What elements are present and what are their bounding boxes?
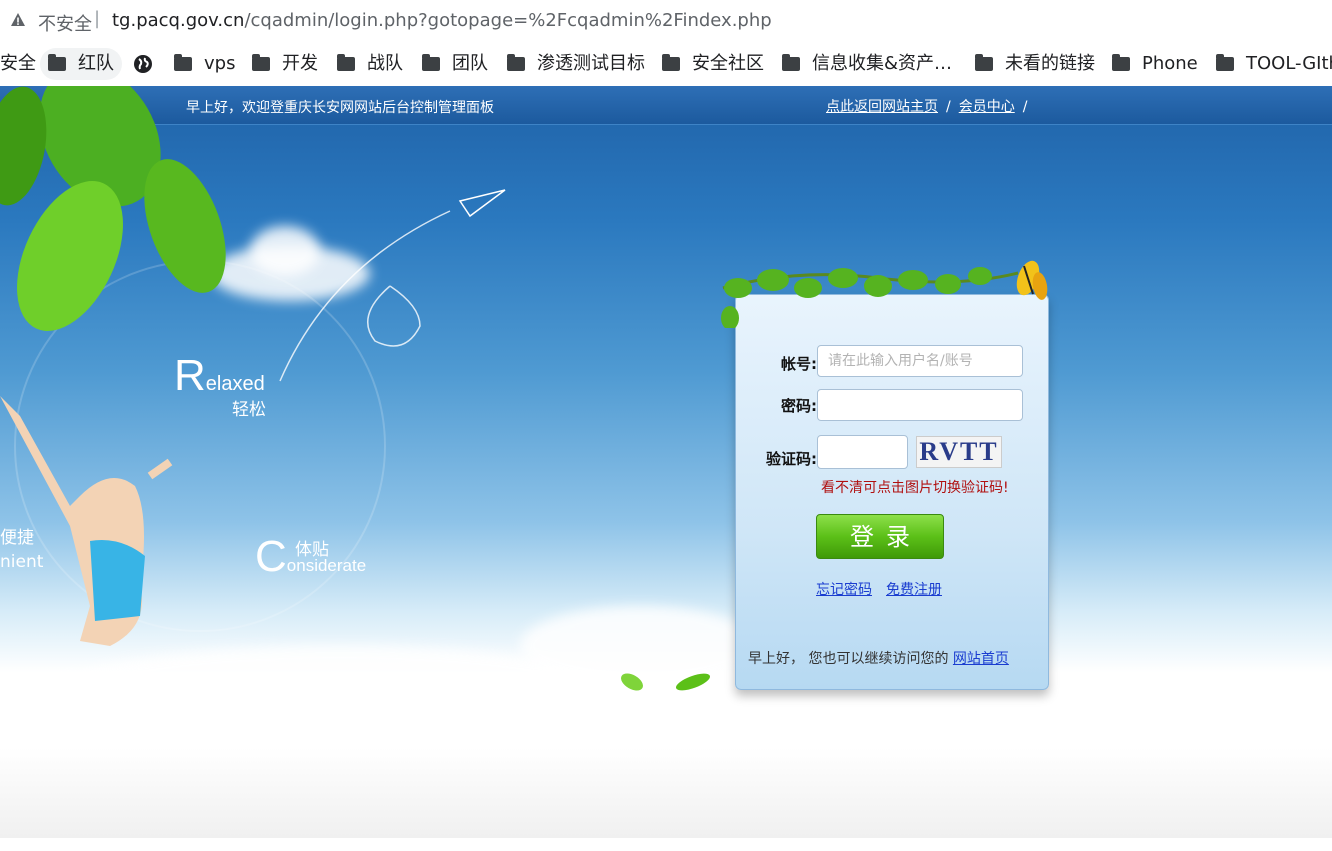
bookmark-label: vps [204,53,236,74]
bookmark-item[interactable]: 开发 [252,48,318,80]
warning-icon [11,13,25,26]
login-page: 早上好，欢迎登重庆长安网网站后台控制管理面板 点此返回网站主页 / 会员中心 / Re… [0,86,1332,838]
bookmark-label: 战队 [367,53,403,74]
bookmark-label: 团队 [452,53,488,74]
captcha-hint: 看不清可点击图片切换验证码! [821,480,1009,496]
username-label: 帐号: [781,355,817,373]
folder-icon [662,54,680,71]
relaxed-slogan: Relaxed 轻松 [174,351,266,420]
bookmark-item[interactable] [133,48,153,80]
slogan-word: elaxed [205,373,265,395]
bookmark-item[interactable]: 安全社区 [662,48,764,80]
bookmark-label: 安全 [0,53,36,74]
folder-icon [422,54,440,71]
bookmarks-bar: 安全 红队 vps 开发 战队 团队 渗透测试目标 安全社区 信息收集&资产… … [0,44,1332,84]
address-bar[interactable]: 不安全 | tg.pacq.gov.cn/cqadmin/login.php?g… [0,0,1332,44]
bookmark-label: 未看的链接 [1005,53,1095,74]
bookmark-item[interactable]: TOOL-GIth [1216,48,1332,80]
considerate-slogan: Considerate 体贴 [255,532,366,582]
bookmark-label: 红队 [78,53,114,74]
bookmark-label: 开发 [282,53,318,74]
bookmark-item[interactable]: 战队 [337,48,403,80]
separator: | [94,8,101,29]
insecure-label[interactable]: 不安全 [38,10,92,36]
slogan-word: nient [0,552,44,572]
vine-decoration [721,260,1048,328]
folder-icon [507,54,525,71]
bookmark-item[interactable]: 渗透测试目标 [507,48,645,80]
folder-icon [782,54,800,71]
bookmark-item[interactable]: Phone [1112,48,1198,80]
slogan-cn: 轻松 [232,400,266,420]
folder-icon [252,54,270,71]
bookmark-item[interactable]: 信息收集&资产… [782,48,952,80]
login-panel: 帐号: 密码: 验证码: RVTT 看不清可点击图片切换验证码! 登录 忘记密码… [735,294,1049,690]
butterfly-icon [1016,260,1048,300]
folder-icon [1112,54,1130,71]
bookmark-label: 信息收集&资产… [812,53,953,74]
captcha-image[interactable]: RVTT [916,436,1002,468]
slogan-initial: C [255,532,287,581]
folder-icon [337,54,355,71]
bookmark-label: 安全社区 [692,53,764,74]
decoration-art [0,86,711,691]
slogan-cn: 便捷 [0,528,34,548]
register-link[interactable]: 免费注册 [886,582,942,598]
login-footer: 早上好， 您也可以继续访问您的 网站首页 [748,648,1009,668]
bookmark-item[interactable]: vps [174,48,235,80]
globe-icon [134,55,152,73]
url-text[interactable]: tg.pacq.gov.cn/cqadmin/login.php?gotopag… [112,10,772,31]
password-input[interactable] [817,389,1023,421]
bookmark-label: Phone [1142,53,1198,74]
login-button[interactable]: 登录 [816,514,944,559]
account-links: 忘记密码 免费注册 [816,579,956,599]
url-host: tg.pacq.gov.cn [112,10,245,31]
convenient-slogan: 便捷 nient [0,526,43,574]
slogan-initial: R [174,351,206,400]
bookmark-item[interactable]: 安全 [0,48,36,80]
bookmark-item[interactable]: 红队 [40,48,122,80]
bookmark-label: TOOL-GIth [1246,53,1332,74]
folder-icon [174,54,192,71]
site-home-link[interactable]: 网站首页 [953,651,1009,667]
url-path: /cqadmin/login.php?gotopage=%2Fcqadmin%2… [244,10,772,31]
footer-text: 早上好， 您也可以继续访问您的 [748,651,949,667]
folder-icon [1216,54,1234,71]
bookmark-label: 渗透测试目标 [537,53,645,74]
bookmark-item[interactable]: 未看的链接 [975,48,1095,80]
forgot-password-link[interactable]: 忘记密码 [816,582,872,598]
folder-icon [975,54,993,71]
slogan-cn: 体贴 [295,540,329,560]
bookmark-item[interactable]: 团队 [422,48,488,80]
username-input[interactable] [817,345,1023,377]
folder-icon [48,54,66,71]
password-label: 密码: [781,397,817,415]
captcha-label: 验证码: [766,450,817,468]
captcha-input[interactable] [817,435,908,469]
